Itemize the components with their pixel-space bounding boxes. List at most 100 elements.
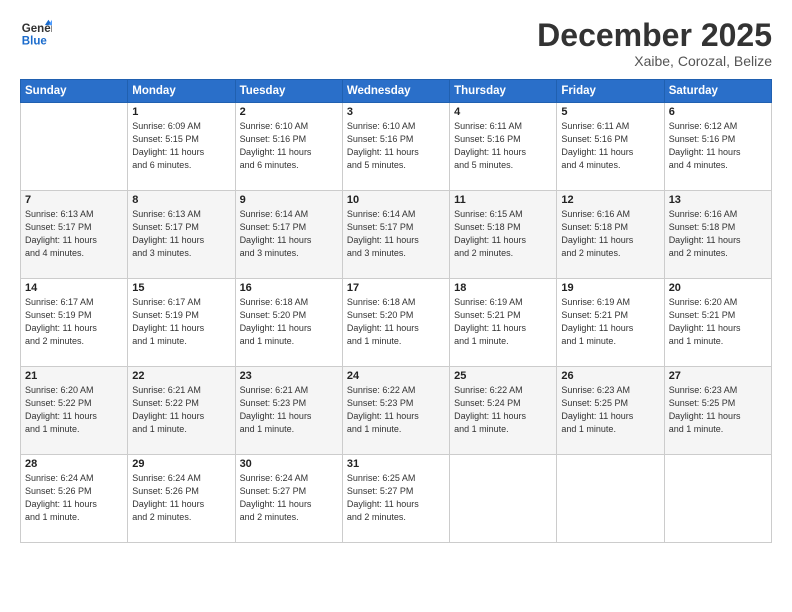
location: Xaibe, Corozal, Belize [537, 53, 772, 69]
day-info: Sunrise: 6:18 AM Sunset: 5:20 PM Dayligh… [347, 296, 445, 348]
weekday-tuesday: Tuesday [235, 80, 342, 103]
day-info: Sunrise: 6:21 AM Sunset: 5:23 PM Dayligh… [240, 384, 338, 436]
day-info: Sunrise: 6:16 AM Sunset: 5:18 PM Dayligh… [561, 208, 659, 260]
day-number: 17 [347, 282, 445, 294]
day-info: Sunrise: 6:13 AM Sunset: 5:17 PM Dayligh… [25, 208, 123, 260]
logo: General Blue [20, 18, 52, 50]
day-info: Sunrise: 6:14 AM Sunset: 5:17 PM Dayligh… [347, 208, 445, 260]
day-info: Sunrise: 6:20 AM Sunset: 5:21 PM Dayligh… [669, 296, 767, 348]
day-number: 28 [25, 458, 123, 470]
page: General Blue December 2025 Xaibe, Coroza… [0, 0, 792, 612]
weekday-wednesday: Wednesday [342, 80, 449, 103]
day-number: 9 [240, 194, 338, 206]
title-block: December 2025 Xaibe, Corozal, Belize [537, 18, 772, 69]
day-number: 4 [454, 106, 552, 118]
weekday-friday: Friday [557, 80, 664, 103]
day-number: 3 [347, 106, 445, 118]
day-info: Sunrise: 6:19 AM Sunset: 5:21 PM Dayligh… [454, 296, 552, 348]
day-cell: 19 Sunrise: 6:19 AM Sunset: 5:21 PM Dayli… [557, 279, 664, 367]
day-number: 27 [669, 370, 767, 382]
day-cell: 23Sunrise: 6:21 AM Sunset: 5:23 PM Dayli… [235, 367, 342, 455]
day-info: Sunrise: 6:10 AM Sunset: 5:16 PM Dayligh… [347, 120, 445, 172]
day-number: 31 [347, 458, 445, 470]
day-cell: 13 Sunrise: 6:16 AM Sunset: 5:18 PM Dayli… [664, 191, 771, 279]
day-cell: 16 Sunrise: 6:18 AM Sunset: 5:20 PM Dayli… [235, 279, 342, 367]
day-info: Sunrise: 6:09 AM Sunset: 5:15 PM Dayligh… [132, 120, 230, 172]
day-cell: 6 Sunrise: 6:12 AM Sunset: 5:16 PM Daylig… [664, 103, 771, 191]
day-info: Sunrise: 6:13 AM Sunset: 5:17 PM Dayligh… [132, 208, 230, 260]
day-number: 14 [25, 282, 123, 294]
day-info: Sunrise: 6:23 AM Sunset: 5:25 PM Dayligh… [561, 384, 659, 436]
day-number: 24 [347, 370, 445, 382]
day-info: Sunrise: 6:23 AM Sunset: 5:25 PM Dayligh… [669, 384, 767, 436]
week-row-4: 21Sunrise: 6:20 AM Sunset: 5:22 PM Dayli… [21, 367, 772, 455]
day-info: Sunrise: 6:12 AM Sunset: 5:16 PM Dayligh… [669, 120, 767, 172]
header: General Blue December 2025 Xaibe, Coroza… [20, 18, 772, 69]
logo-icon: General Blue [20, 18, 52, 50]
day-number: 22 [132, 370, 230, 382]
day-number: 11 [454, 194, 552, 206]
day-cell: 17 Sunrise: 6:18 AM Sunset: 5:20 PM Dayli… [342, 279, 449, 367]
weekday-header-row: SundayMondayTuesdayWednesdayThursdayFrid… [21, 80, 772, 103]
week-row-1: 1Sunrise: 6:09 AM Sunset: 5:15 PM Daylig… [21, 103, 772, 191]
week-row-5: 28 Sunrise: 6:24 AM Sunset: 5:26 PM Dayli… [21, 455, 772, 543]
day-cell: 30Sunrise: 6:24 AM Sunset: 5:27 PM Dayli… [235, 455, 342, 543]
day-cell: 24 Sunrise: 6:22 AM Sunset: 5:23 PM Dayli… [342, 367, 449, 455]
day-info: Sunrise: 6:22 AM Sunset: 5:23 PM Dayligh… [347, 384, 445, 436]
day-cell [21, 103, 128, 191]
day-number: 10 [347, 194, 445, 206]
day-number: 20 [669, 282, 767, 294]
day-info: Sunrise: 6:15 AM Sunset: 5:18 PM Dayligh… [454, 208, 552, 260]
day-cell: 3 Sunrise: 6:10 AM Sunset: 5:16 PM Daylig… [342, 103, 449, 191]
day-cell: 12 Sunrise: 6:16 AM Sunset: 5:18 PM Dayli… [557, 191, 664, 279]
day-number: 5 [561, 106, 659, 118]
day-cell [557, 455, 664, 543]
day-number: 8 [132, 194, 230, 206]
day-info: Sunrise: 6:19 AM Sunset: 5:21 PM Dayligh… [561, 296, 659, 348]
day-cell: 26 Sunrise: 6:23 AM Sunset: 5:25 PM Dayli… [557, 367, 664, 455]
day-info: Sunrise: 6:10 AM Sunset: 5:16 PM Dayligh… [240, 120, 338, 172]
day-info: Sunrise: 6:25 AM Sunset: 5:27 PM Dayligh… [347, 472, 445, 524]
day-number: 13 [669, 194, 767, 206]
svg-text:Blue: Blue [22, 36, 48, 48]
day-cell: 18 Sunrise: 6:19 AM Sunset: 5:21 PM Dayli… [450, 279, 557, 367]
day-cell [450, 455, 557, 543]
day-info: Sunrise: 6:11 AM Sunset: 5:16 PM Dayligh… [454, 120, 552, 172]
day-number: 6 [669, 106, 767, 118]
day-info: Sunrise: 6:18 AM Sunset: 5:20 PM Dayligh… [240, 296, 338, 348]
day-cell: 2 Sunrise: 6:10 AM Sunset: 5:16 PM Daylig… [235, 103, 342, 191]
day-cell: 25 Sunrise: 6:22 AM Sunset: 5:24 PM Dayli… [450, 367, 557, 455]
day-cell: 31 Sunrise: 6:25 AM Sunset: 5:27 PM Dayli… [342, 455, 449, 543]
day-cell: 10 Sunrise: 6:14 AM Sunset: 5:17 PM Dayli… [342, 191, 449, 279]
day-number: 2 [240, 106, 338, 118]
day-info: Sunrise: 6:22 AM Sunset: 5:24 PM Dayligh… [454, 384, 552, 436]
day-number: 25 [454, 370, 552, 382]
day-info: Sunrise: 6:24 AM Sunset: 5:26 PM Dayligh… [132, 472, 230, 524]
day-cell: 28Sunrise: 6:24 AM Sunset: 5:26 PM Dayli… [21, 455, 128, 543]
calendar-table: SundayMondayTuesdayWednesdayThursdayFrid… [20, 79, 772, 543]
day-number: 18 [454, 282, 552, 294]
day-number: 26 [561, 370, 659, 382]
day-cell: 4 Sunrise: 6:11 AM Sunset: 5:16 PM Daylig… [450, 103, 557, 191]
day-info: Sunrise: 6:17 AM Sunset: 5:19 PM Dayligh… [25, 296, 123, 348]
weekday-sunday: Sunday [21, 80, 128, 103]
day-cell: 22Sunrise: 6:21 AM Sunset: 5:22 PM Dayli… [128, 367, 235, 455]
day-cell: 5Sunrise: 6:11 AM Sunset: 5:16 PM Daylig… [557, 103, 664, 191]
day-info: Sunrise: 6:17 AM Sunset: 5:19 PM Dayligh… [132, 296, 230, 348]
day-info: Sunrise: 6:16 AM Sunset: 5:18 PM Dayligh… [669, 208, 767, 260]
day-cell: 20 Sunrise: 6:20 AM Sunset: 5:21 PM Dayli… [664, 279, 771, 367]
weekday-thursday: Thursday [450, 80, 557, 103]
day-number: 19 [561, 282, 659, 294]
day-number: 16 [240, 282, 338, 294]
day-cell: 11 Sunrise: 6:15 AM Sunset: 5:18 PM Dayli… [450, 191, 557, 279]
day-cell: 29Sunrise: 6:24 AM Sunset: 5:26 PM Dayli… [128, 455, 235, 543]
day-cell: 9 Sunrise: 6:14 AM Sunset: 5:17 PM Daylig… [235, 191, 342, 279]
day-cell [664, 455, 771, 543]
day-info: Sunrise: 6:14 AM Sunset: 5:17 PM Dayligh… [240, 208, 338, 260]
day-cell: 27 Sunrise: 6:23 AM Sunset: 5:25 PM Dayli… [664, 367, 771, 455]
day-number: 12 [561, 194, 659, 206]
week-row-2: 7 Sunrise: 6:13 AM Sunset: 5:17 PM Daylig… [21, 191, 772, 279]
month-title: December 2025 [537, 18, 772, 53]
day-cell: 8 Sunrise: 6:13 AM Sunset: 5:17 PM Daylig… [128, 191, 235, 279]
day-number: 7 [25, 194, 123, 206]
